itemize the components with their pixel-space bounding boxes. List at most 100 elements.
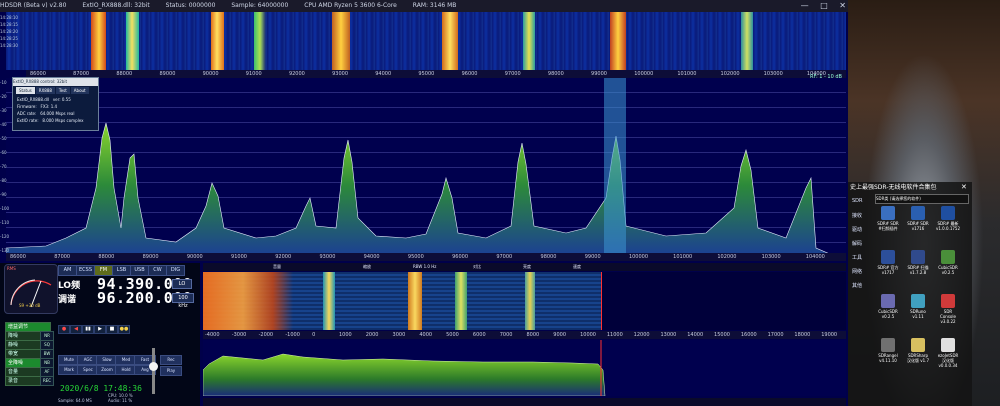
freq-tick-label: 4000 [419,332,433,338]
freq-tick-label: 88000 [98,254,115,260]
volume-knob[interactable] [149,362,158,371]
title-part: Sample: 64000000 [231,2,289,9]
app-icon[interactable] [911,294,925,308]
app-icon[interactable] [881,250,895,264]
freq-tick-label: 91000 [245,71,262,77]
title-part: ExtIO_RX888.dll: 32bit [82,2,150,9]
freq-tick-label: 90000 [202,71,219,77]
app-label[interactable]: SDRuno v1.11 [904,309,932,319]
waterfall-control-label[interactable]: 亮度 [523,264,531,270]
app-icon[interactable] [941,294,955,308]
app-label[interactable]: ezoJetSDR 汉化版 v0.0.0.34 [934,353,962,368]
freq-tick-label: 14000 [687,332,704,338]
app-icon[interactable] [941,338,955,352]
audio-spectrum[interactable] [202,340,846,397]
play-side-button[interactable]: Play [160,366,182,376]
app-icon[interactable] [911,206,925,220]
app-icon[interactable] [941,250,955,264]
lo-unit[interactable]: LO [172,279,192,289]
tab-rx888[interactable]: RX888 [35,87,55,94]
waterfall-control-label[interactable]: 缩放 [363,264,371,270]
app-label[interactable]: SDR# 最新 v1.0.0.1752 [934,221,962,231]
app-icon[interactable] [881,294,895,308]
launcher-category[interactable]: 网络 [852,268,862,275]
waterfall-control-label[interactable]: 音量 [273,264,281,270]
close-button[interactable]: ✕ [839,1,846,10]
freq-tick-label: 99000 [591,71,607,77]
freq-tick-label: 101000 [673,254,693,260]
app-icon[interactable] [911,338,925,352]
freq-tick-label: 100000 [628,254,649,260]
app-label[interactable]: SDR# SDR #扫频插件 [874,221,902,231]
minimize-button[interactable]: — [801,1,809,10]
app-label[interactable]: SDR# 扫描 v1.7.2.8 [904,265,932,275]
loop-button[interactable]: ●● [118,325,130,334]
waterfall-controls: 音量 缩放 RBW 1.0 Hz 对比 亮度 速度 [203,263,846,271]
tab-status[interactable]: Status [16,87,35,94]
app-label[interactable]: SDRangel v4.11.10 [874,353,902,363]
launcher-category[interactable]: 解码 [852,240,862,247]
waterfall-control-label[interactable]: 速度 [573,264,581,270]
db-scale: -10 -20 -30 -40 -50 -60 -70 -80 -90 -100 -110 -120-… [0,80,9,260]
app-icon[interactable] [881,338,895,352]
rf-readout: RF: 1 - 10 dB [810,74,842,80]
dialog-value: 8.000 Msps complex [42,118,84,123]
app-label[interactable]: SDR# 官方 v1717 [874,265,902,275]
app-icon[interactable] [911,250,925,264]
db-tick-label: -10 [0,80,7,85]
db-tick-label: -40 [0,122,7,127]
launcher-category[interactable]: 其他 [852,282,862,289]
spectrum-display[interactable] [5,78,847,262]
freq-tick-label: 0 [312,332,316,338]
title-bar: HDSDR (Beta v) v2.80 ExtIO_RX888.dll: 32… [0,0,848,12]
app-label[interactable]: CubicSDR v0.2.5 [934,265,962,275]
spectrum-freq-scale: 86000 87000 88000 89000 90000 91000 92000 93000… [6,253,846,261]
freq-tick-label: 2000 [365,332,379,338]
freq-tick-label: 94000 [363,254,380,260]
freq-tick-label: 97000 [496,254,513,260]
rewind-button[interactable]: ◀ [70,325,82,334]
top-waterfall[interactable] [6,12,846,70]
app-icon[interactable] [881,206,895,220]
rec-button[interactable]: ● [58,325,70,334]
audio-freq-scale: -4000 -3000 -2000 -1000 0 1000 2000 3000 4000 500… [203,331,846,339]
rec-side-button[interactable]: Rec [160,355,182,365]
tab-test[interactable]: Test [55,87,70,94]
tab-about[interactable]: About [70,87,89,94]
top-freq-scale: 86000 87000 88000 89000 90000 91000 92000 93000… [26,70,846,78]
volume-slider[interactable] [152,348,155,394]
dialog-title: ExtIO_RX888 control: 32bit [13,78,98,86]
title-part: HDSDR (Beta v) v2.80 [0,2,67,9]
dialog-key: ExtIO rate: [17,118,39,123]
launcher-category[interactable]: 接收 [852,212,862,219]
maximize-button[interactable]: □ [820,1,828,10]
time-label: 14:28:30 [0,43,18,48]
title-part: Status: 0000000 [165,2,216,9]
app-label[interactable]: SDR# SDR v1716 [904,221,932,231]
play-button[interactable]: ▶ [94,325,106,334]
mode-ecss[interactable]: ECSS [76,265,95,276]
app-label[interactable]: SDR Console v3.0.22 [934,309,962,324]
freq-tick-label: 18000 [794,332,811,338]
audio-waterfall[interactable] [203,272,601,330]
pause-button[interactable]: ▮▮ [82,325,94,334]
bandwidth-marker[interactable] [601,272,602,330]
launcher-category[interactable]: 工具 [852,254,862,261]
freq-tick-label: 95000 [418,71,435,77]
app-icon[interactable] [941,206,955,220]
selected-band[interactable] [604,78,626,261]
launcher-category-select[interactable]: SDR类 (请选择您的软件) [875,194,969,204]
launcher-category[interactable]: 驱动 [852,226,862,233]
launcher-close-icon[interactable]: ✕ [961,183,967,191]
stop-button[interactable]: ■ [106,325,118,334]
tune-step[interactable]: 100 kHz [172,293,194,309]
app-label[interactable]: SDRSharp 汉化版 v1.7 [904,353,932,363]
freq-tick-label: -4000 [205,332,220,338]
launcher-category[interactable]: SDR [852,198,863,204]
waterfall-control-label[interactable]: 对比 [473,264,481,270]
freq-tick-label: 7000 [499,332,513,338]
mode-am[interactable]: AM [58,265,77,276]
window-controls: — □ ✕ [792,0,846,12]
app-label[interactable]: CubicSDR v0.2.5 [874,309,902,319]
waterfall-control-label[interactable]: RBW 1.0 Hz [413,264,436,270]
